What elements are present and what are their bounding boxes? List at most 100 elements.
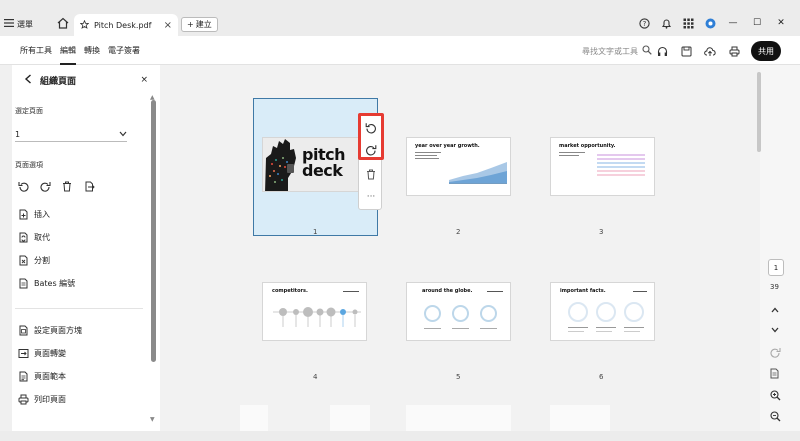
- bates-icon: [18, 278, 29, 289]
- print-pages-item[interactable]: 列印頁面: [18, 394, 66, 405]
- market-table-graphic: [597, 154, 645, 176]
- delete-page-button[interactable]: [359, 167, 383, 181]
- competitors-graphic: [273, 307, 361, 327]
- svg-text:?: ?: [642, 20, 646, 28]
- extract-page-icon[interactable]: [83, 180, 95, 192]
- page-template-item[interactable]: 頁面範本: [18, 371, 66, 382]
- trash-icon: [367, 169, 375, 179]
- stat-circle-1: [424, 305, 441, 322]
- page-view-icon[interactable]: [767, 366, 783, 380]
- star-icon[interactable]: [79, 19, 90, 31]
- page-thumbnail-2[interactable]: year over year growth.: [406, 137, 511, 196]
- next-row-placeholder: [330, 405, 370, 431]
- rotate-view-icon[interactable]: [767, 345, 783, 359]
- maximize-button[interactable]: ☐: [750, 17, 764, 29]
- search-box[interactable]: 尋找文字或工具: [582, 45, 652, 57]
- share-button[interactable]: 共用: [751, 41, 781, 61]
- page-hover-toolbar: ···: [358, 113, 384, 210]
- headphones-icon[interactable]: [656, 45, 668, 57]
- right-rail: [760, 65, 800, 441]
- document-tab[interactable]: Pitch Desk.pdf ×: [74, 14, 178, 36]
- page-1-title: pitch deck: [302, 145, 345, 180]
- print-icon[interactable]: [728, 45, 740, 57]
- tab-e-sign[interactable]: 電子簽署: [108, 36, 140, 65]
- page-transition-label: 頁面轉變: [34, 349, 66, 358]
- page-box-icon: [18, 325, 29, 336]
- back-icon[interactable]: [24, 74, 32, 86]
- panel-title: 組織頁面: [40, 76, 77, 87]
- delete-page-icon[interactable]: [61, 180, 73, 192]
- page-thumbnail-3[interactable]: market opportunity.: [550, 137, 655, 196]
- split-label: 分割: [34, 256, 50, 265]
- stat-circle-3: [480, 305, 497, 322]
- stat-circle-2: [452, 305, 469, 322]
- plus-icon: +: [187, 20, 194, 29]
- home-icon[interactable]: [56, 16, 70, 30]
- page-actions-label: 頁面選項: [15, 161, 43, 169]
- bates-label: Bates 編號: [34, 279, 76, 288]
- page-select-value: 1: [15, 130, 21, 139]
- minimize-button[interactable]: —: [726, 17, 740, 29]
- current-page-input[interactable]: 1: [768, 259, 784, 276]
- print-pages-label: 列印頁面: [34, 395, 66, 404]
- tab-title: Pitch Desk.pdf: [94, 20, 152, 30]
- tab-convert[interactable]: 轉換: [84, 36, 100, 65]
- save-icon[interactable]: [680, 45, 692, 57]
- zoom-in-icon[interactable]: [767, 388, 783, 402]
- close-panel-icon[interactable]: ×: [140, 75, 148, 85]
- fact-circle-1: [568, 302, 588, 322]
- tab-all-tools[interactable]: 所有工具: [20, 36, 52, 65]
- page-thumbnail-5[interactable]: around the globe.: [406, 282, 511, 341]
- cloud-upload-icon[interactable]: [704, 45, 716, 57]
- fact-circle-3: [624, 302, 644, 322]
- close-window-button[interactable]: ✕: [774, 17, 788, 29]
- replace-label: 取代: [34, 233, 50, 242]
- page-number-2: 2: [456, 228, 461, 236]
- next-row-placeholder: [406, 405, 511, 431]
- hamburger-icon: [4, 19, 14, 29]
- tab-close-icon[interactable]: ×: [164, 20, 172, 31]
- bates-item[interactable]: Bates 編號: [18, 278, 75, 289]
- rotate-right-icon[interactable]: [39, 180, 51, 192]
- new-tab-label: 建立: [195, 20, 212, 29]
- bottom-edge: [0, 431, 800, 441]
- chevron-down-icon: [119, 130, 127, 139]
- new-tab-button[interactable]: + 建立: [181, 17, 218, 32]
- notifications-icon[interactable]: [660, 17, 672, 29]
- zoom-out-icon[interactable]: [767, 409, 783, 423]
- help-icon[interactable]: ?: [638, 17, 650, 29]
- more-options-icon[interactable]: ···: [359, 190, 383, 204]
- page-select-dropdown[interactable]: 1: [15, 128, 127, 142]
- panel-scrollbar[interactable]: [151, 100, 156, 362]
- menu-button[interactable]: 選單: [4, 16, 33, 32]
- title-bar: 選單 Pitch Desk.pdf × + 建立 ? — ☐ ✕: [0, 0, 800, 36]
- page-number-5: 5: [456, 373, 461, 381]
- avatar[interactable]: [704, 17, 716, 29]
- main-toolbar: 所有工具 編輯 轉換 電子簽署 尋找文字或工具: [0, 36, 800, 65]
- split-item[interactable]: 分割: [18, 255, 50, 266]
- previous-page-icon[interactable]: [767, 303, 783, 317]
- set-page-box-label: 設定頁面方塊: [34, 326, 82, 335]
- page-number-1: 1: [313, 228, 318, 236]
- next-page-icon[interactable]: [767, 323, 783, 337]
- page-thumbnail-4[interactable]: competitors.: [262, 282, 367, 341]
- panel-divider: [15, 308, 143, 309]
- apps-grid-icon[interactable]: [682, 17, 694, 29]
- insert-item[interactable]: 插入: [18, 209, 50, 220]
- page-transition-item[interactable]: 頁面轉變: [18, 348, 66, 359]
- fact-circle-2: [596, 302, 616, 322]
- print-page-icon: [18, 394, 29, 405]
- page-5-title: around the globe.: [422, 288, 473, 294]
- panel-scroll-down-icon[interactable]: ▼: [150, 416, 155, 423]
- page-thumbnail-6[interactable]: important facts.: [550, 282, 655, 341]
- insert-page-icon: [18, 209, 29, 220]
- rotate-left-icon[interactable]: [17, 180, 29, 192]
- set-page-box-item[interactable]: 設定頁面方塊: [18, 325, 82, 336]
- main-scrollbar[interactable]: [757, 72, 761, 152]
- page-template-icon: [18, 371, 29, 382]
- tab-edit[interactable]: 編輯: [60, 36, 76, 65]
- replace-item[interactable]: 取代: [18, 232, 50, 243]
- page-number-4: 4: [313, 373, 318, 381]
- growth-chart-graphic: [449, 162, 507, 184]
- page-2-title: year over year growth.: [415, 143, 480, 149]
